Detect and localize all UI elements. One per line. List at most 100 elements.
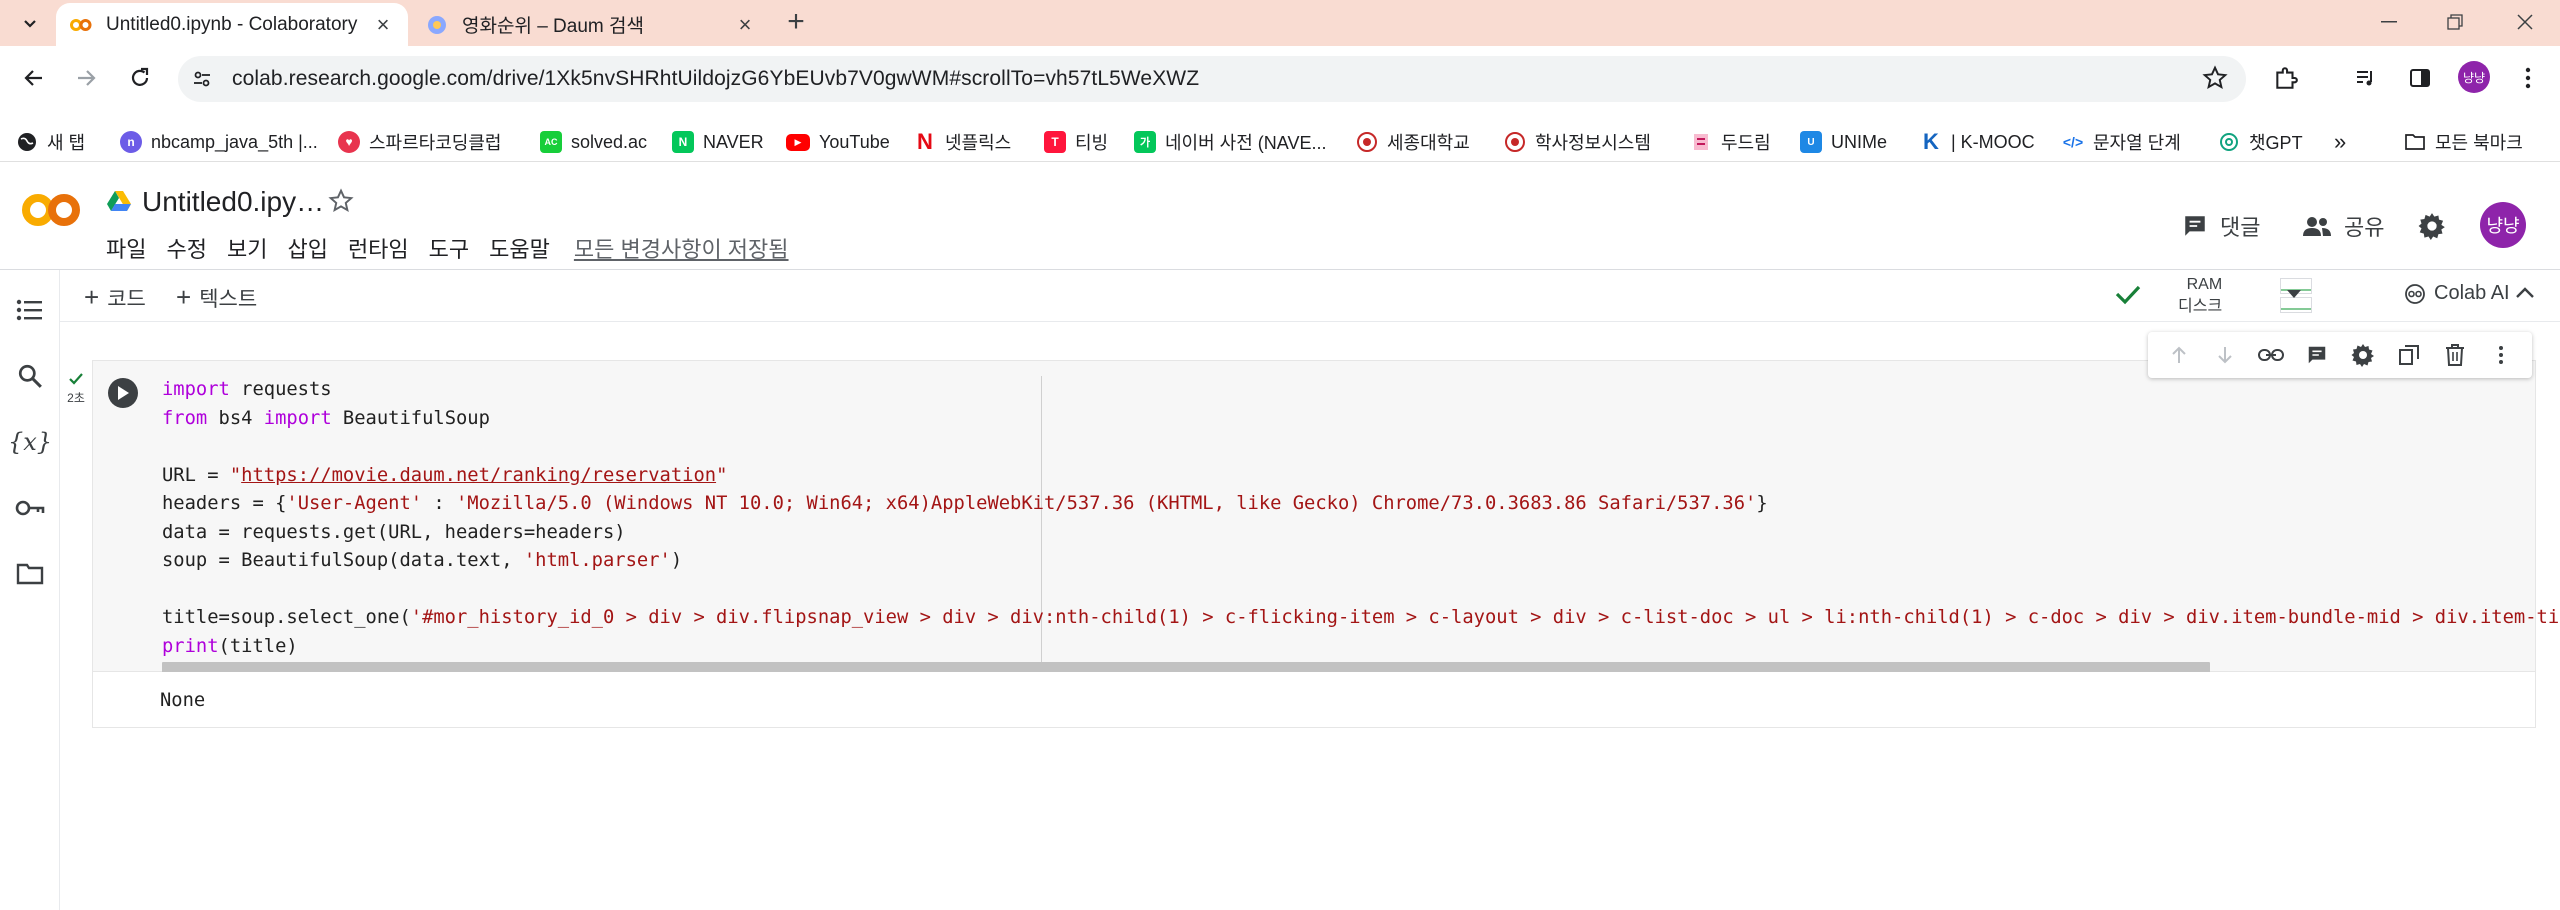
resource-indicator[interactable]: RAM 디스크 [2178, 274, 2222, 318]
bookmark-label: 학사정보시스템 [1535, 133, 1651, 153]
disk-label: 디스크 [2178, 298, 2223, 315]
side-panel-icon [2410, 69, 2430, 87]
add-code-button[interactable]: + 코드 [84, 282, 146, 313]
menu-insert[interactable]: 삽입 [287, 232, 327, 264]
chevron-down-icon [24, 20, 36, 28]
cell-settings-button[interactable] [2346, 338, 2380, 372]
menu-edit[interactable]: 수정 [166, 232, 206, 264]
code-line: from bs4 import BeautifulSoup [162, 405, 2560, 434]
share-button[interactable]: 공유 [2302, 206, 2384, 246]
menu-file[interactable]: 파일 [106, 232, 146, 264]
code-line: data = requests.get(URL, headers=headers… [162, 519, 2560, 548]
caret-down-icon [2287, 290, 2301, 298]
colab-ai-button[interactable]: Colab AI [2404, 282, 2510, 305]
user-avatar[interactable]: 냥냥 [2480, 202, 2526, 248]
bookmark-item[interactable]: 가 네이버 사전 (NAVE... [1134, 127, 1326, 157]
bookmark-item[interactable]: n nbcamp_java_5th |... [120, 127, 318, 157]
code-token: bs4 [207, 407, 264, 429]
bookmark-item[interactable]: AC solved.ac [540, 127, 647, 157]
toc-icon[interactable] [12, 292, 48, 328]
variables-icon[interactable]: {x} [8, 424, 52, 460]
restore-button[interactable] [2420, 0, 2490, 44]
code-text[interactable]: import requests from bs4 import Beautiful… [162, 376, 2560, 661]
colab-logo[interactable] [20, 192, 82, 233]
code-token: (title) [218, 635, 298, 657]
bookmark-item[interactable]: 세종대학교 [1356, 127, 1470, 157]
browser-tab-daum[interactable]: 영화순위 – Daum 검색 × [412, 3, 770, 46]
folder-icon[interactable] [12, 556, 48, 592]
search-icon[interactable] [12, 358, 48, 394]
bookmark-star-icon[interactable] [2202, 65, 2228, 96]
collapse-header-button[interactable] [2514, 282, 2536, 309]
bookmarks-overflow-button[interactable]: » [2334, 127, 2346, 157]
menu-view[interactable]: 보기 [227, 232, 267, 264]
code-token: ) [670, 550, 683, 571]
code-token: print [162, 635, 219, 657]
close-window-button[interactable] [2490, 0, 2560, 44]
link-button[interactable] [2254, 338, 2288, 372]
bookmark-item[interactable]: 학사정보시스템 [1504, 127, 1651, 157]
bookmark-item[interactable]: 챗GPT [2218, 127, 2303, 157]
new-tab-button[interactable]: + [780, 5, 812, 38]
notebook-title[interactable]: Untitled0.ipy… [142, 186, 324, 218]
all-bookmarks-button[interactable]: 모든 북마크 [2404, 127, 2523, 157]
key-icon[interactable] [12, 490, 48, 526]
delete-cell-button[interactable] [2438, 338, 2472, 372]
minimize-button[interactable] [2354, 0, 2424, 44]
move-down-button[interactable] [2208, 338, 2242, 372]
bookmark-label: 티빙 [1075, 133, 1109, 153]
add-text-label: 텍스트 [199, 287, 258, 311]
add-text-button[interactable]: + 텍스트 [176, 282, 257, 313]
daum-icon [426, 14, 448, 36]
bookmark-item[interactable]: N NAVER [672, 127, 764, 157]
close-icon[interactable]: × [372, 12, 394, 37]
code-token: import [162, 379, 230, 400]
mirror-cell-button[interactable] [2392, 338, 2426, 372]
run-cell-button[interactable] [108, 378, 138, 408]
more-options-button[interactable] [2484, 338, 2518, 372]
menu-tools[interactable]: 도구 [429, 232, 469, 264]
bookmark-item[interactable]: N 넷플릭스 [914, 127, 1011, 157]
left-sidebar: {x} [0, 270, 60, 910]
close-icon[interactable]: × [734, 12, 756, 37]
link-icon [2258, 349, 2284, 361]
menu-runtime[interactable]: 런타임 [348, 232, 409, 264]
bookmark-label: nbcamp_java_5th |... [151, 131, 318, 152]
back-button[interactable] [14, 58, 54, 98]
comment-button[interactable] [2300, 338, 2334, 372]
code-icon: </> [2062, 134, 2084, 150]
comment-button[interactable]: 댓글 [2182, 206, 2260, 246]
star-icon[interactable] [328, 188, 354, 219]
reload-button[interactable] [120, 58, 160, 98]
bookmark-item[interactable]: ▶ YouTube [786, 127, 890, 157]
browser-tab-colab[interactable]: Untitled0.ipynb - Colaboratory × [56, 3, 408, 46]
extensions-button[interactable] [2266, 58, 2306, 98]
side-panel-button[interactable] [2400, 58, 2440, 98]
menu-help[interactable]: 도움말 [489, 232, 550, 264]
bookmark-item[interactable]: T 티빙 [1044, 127, 1108, 157]
bookmark-item[interactable]: ♥ 스파르타코딩클럽 [338, 127, 501, 157]
media-control-button[interactable] [2346, 58, 2386, 98]
bookmark-item[interactable]: </> 문자열 단계 [2062, 127, 2181, 157]
move-up-button[interactable] [2162, 338, 2196, 372]
runtime-dropdown[interactable] [2286, 286, 2302, 304]
settings-button[interactable] [2418, 206, 2458, 246]
tab-search-button[interactable] [12, 8, 48, 38]
site-info-icon[interactable] [182, 59, 222, 99]
nbcamp-icon: n [120, 131, 142, 153]
bookmark-item[interactable]: 새 탭 [16, 127, 85, 157]
bookmark-item[interactable]: K | K-MOOC [1920, 127, 2035, 157]
address-bar[interactable]: colab.research.google.com/drive/1Xk5nvSH… [178, 56, 2246, 102]
profile-avatar[interactable]: 냥냥 [2458, 61, 2490, 93]
code-token: } [1756, 493, 1768, 514]
bookmark-item[interactable]: 두드림 [1690, 127, 1771, 157]
code-token: " [229, 464, 242, 486]
bookmark-item[interactable]: U UNIMe [1800, 127, 1887, 157]
bookmark-label: 모든 북마크 [2435, 133, 2523, 153]
google-drive-icon[interactable] [106, 190, 132, 217]
save-status[interactable]: 모든 변경사항이 저장됨 [574, 232, 789, 264]
browser-menu-button[interactable] [2508, 58, 2548, 98]
cell-toolbar [2148, 332, 2532, 378]
forward-button[interactable] [66, 58, 106, 98]
